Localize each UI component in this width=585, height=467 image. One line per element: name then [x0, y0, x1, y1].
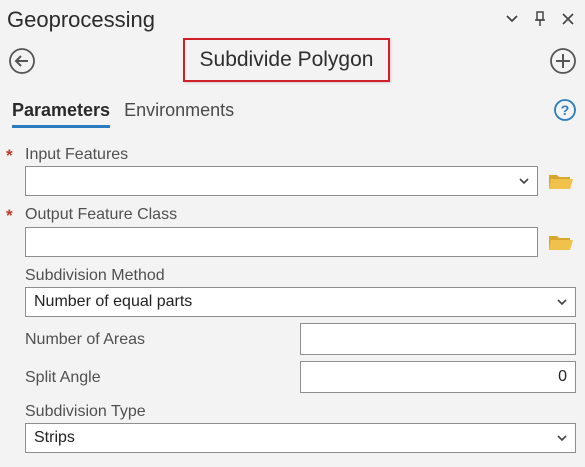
pane-title: Geoprocessing — [7, 7, 155, 32]
input-features-dropdown[interactable] — [25, 166, 538, 196]
number-of-areas-label: Number of Areas — [25, 331, 146, 348]
pin-icon[interactable] — [531, 10, 549, 28]
subdivision-method-label: Subdivision Method — [25, 267, 165, 284]
subdivision-type-dropdown[interactable]: Strips — [25, 423, 576, 453]
subdivision-type-value: Strips — [34, 429, 75, 446]
close-icon[interactable] — [559, 10, 577, 28]
back-arrow-icon[interactable] — [8, 47, 36, 75]
tab-bar: Parameters Environments — [12, 100, 234, 128]
split-angle-input[interactable]: 0 — [300, 361, 576, 393]
output-feature-class-label: Output Feature Class — [25, 206, 178, 223]
chevron-down-icon[interactable] — [519, 172, 529, 190]
help-icon[interactable]: ? — [553, 98, 577, 122]
add-plus-icon[interactable] — [549, 47, 577, 75]
pane-controls — [503, 10, 577, 28]
required-marker: * — [6, 146, 13, 165]
output-feature-class-input[interactable] — [25, 227, 538, 257]
subdivision-type-label: Subdivision Type — [25, 403, 146, 420]
required-marker: * — [6, 206, 13, 225]
tab-parameters[interactable]: Parameters — [12, 100, 111, 128]
pane-menu-chevron-icon[interactable] — [503, 10, 521, 28]
tab-environments[interactable]: Environments — [124, 100, 234, 128]
tool-title-highlight: Subdivide Polygon — [183, 38, 390, 82]
browse-folder-icon[interactable] — [548, 231, 574, 253]
split-angle-value: 0 — [558, 368, 567, 385]
subdivision-method-value: Number of equal parts — [34, 293, 193, 310]
chevron-down-icon[interactable] — [557, 429, 567, 447]
split-angle-label: Split Angle — [25, 369, 101, 386]
input-features-label: Input Features — [25, 146, 129, 163]
number-of-areas-input[interactable] — [300, 323, 576, 355]
chevron-down-icon[interactable] — [557, 293, 567, 311]
subdivision-method-dropdown[interactable]: Number of equal parts — [25, 287, 576, 317]
browse-folder-icon[interactable] — [548, 170, 574, 192]
svg-text:?: ? — [561, 102, 570, 118]
tool-title: Subdivide Polygon — [199, 48, 374, 71]
